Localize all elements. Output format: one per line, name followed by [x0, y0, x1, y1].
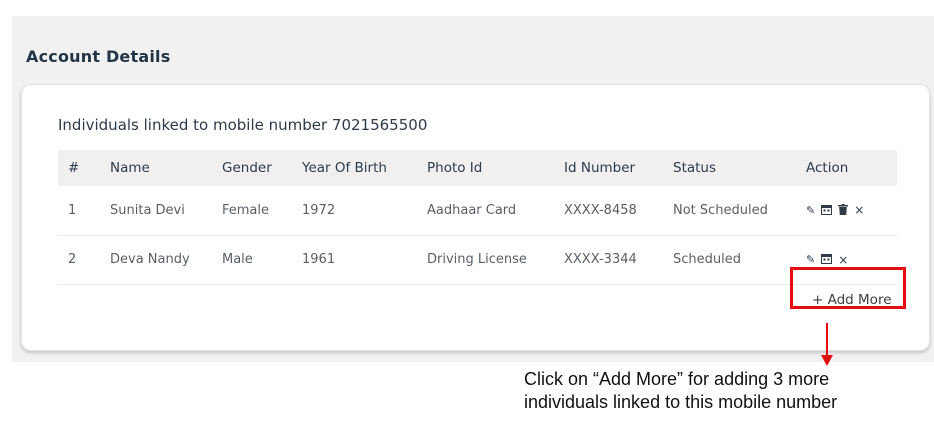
callout-arrow-head	[821, 355, 833, 366]
header-status: Status	[673, 160, 717, 176]
header-action: Action	[806, 160, 849, 176]
calendar-icon[interactable]	[821, 253, 833, 266]
header-photo-id: Photo Id	[427, 160, 483, 176]
trash-icon[interactable]	[838, 203, 849, 217]
row-status: Not Scheduled	[673, 202, 768, 218]
row-photo-id: Driving License	[427, 252, 527, 267]
header-gender: Gender	[222, 160, 272, 176]
row-photo-id: Aadhaar Card	[427, 202, 517, 218]
row-name: Deva Nandy	[110, 252, 190, 267]
calendar-icon[interactable]	[821, 204, 833, 217]
header-number: #	[68, 160, 80, 176]
close-icon[interactable]: ×	[838, 254, 848, 266]
section-title: Account Details	[26, 47, 171, 66]
row-year-of-birth: 1961	[302, 252, 336, 267]
row-status: Scheduled	[673, 252, 741, 267]
header-name: Name	[110, 160, 150, 176]
header-id-number: Id Number	[564, 160, 636, 176]
edit-icon[interactable]: ✎	[806, 254, 815, 265]
callout-line-2: individuals linked to this mobile number	[524, 392, 838, 412]
row-year-of-birth: 1972	[302, 202, 336, 218]
linked-individuals-card: Individuals linked to mobile number 7021…	[21, 84, 930, 351]
callout-note: Click on “Add More” for adding 3 more in…	[524, 368, 924, 414]
row-gender: Female	[222, 202, 270, 218]
row-name: Sunita Devi	[110, 202, 185, 218]
header-year-of-birth: Year Of Birth	[302, 160, 387, 176]
account-details-panel: Account Details Individuals linked to mo…	[12, 16, 934, 362]
table-header-row: # Name Gender Year Of Birth Photo Id Id …	[58, 150, 897, 186]
linked-individuals-title: Individuals linked to mobile number 7021…	[58, 116, 428, 134]
row-id-number: XXXX-3344	[564, 252, 637, 267]
table-row: 1 Sunita Devi Female 1972 Aadhaar Card X…	[58, 186, 897, 235]
row-number: 1	[68, 202, 77, 218]
edit-icon[interactable]: ✎	[806, 205, 815, 216]
callout-arrow-line	[826, 323, 828, 357]
add-more-button[interactable]: + Add More	[812, 292, 892, 308]
individuals-table: # Name Gender Year Of Birth Photo Id Id …	[58, 150, 897, 285]
row-number: 2	[68, 252, 77, 267]
row-actions: ✎ ×	[806, 186, 897, 235]
row-gender: Male	[222, 252, 253, 267]
callout-line-1: Click on “Add More” for adding 3 more	[524, 369, 830, 389]
row-id-number: XXXX-8458	[564, 202, 637, 218]
close-icon[interactable]: ×	[854, 204, 864, 216]
table-row: 2 Deva Nandy Male 1961 Driving License X…	[58, 235, 897, 284]
